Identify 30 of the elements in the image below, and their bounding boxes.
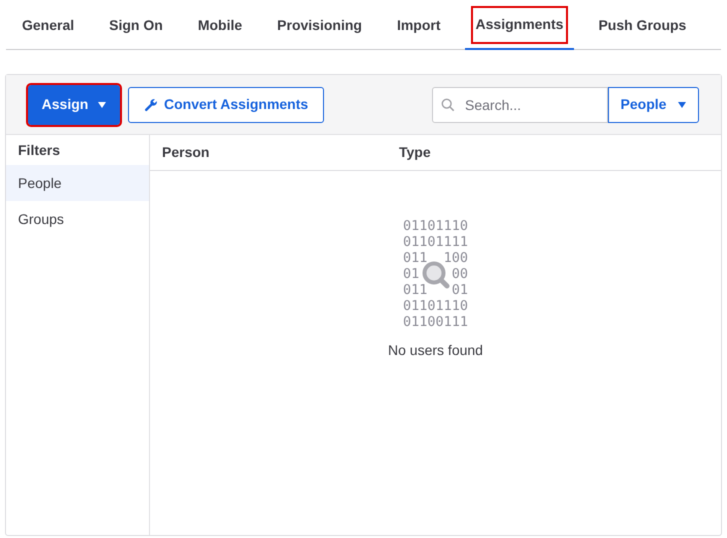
binary-text: 01	[402, 266, 420, 282]
filter-dropdown[interactable]: People	[608, 86, 699, 122]
binary-text: 01	[452, 282, 468, 298]
tab[interactable]: Import	[386, 0, 452, 50]
filter-item[interactable]: People	[6, 165, 149, 201]
column-header: Person	[161, 143, 210, 162]
tab[interactable]: Mobile	[186, 0, 254, 50]
tab[interactable]: Provisioning	[266, 0, 373, 50]
binary-text: 01101110	[402, 218, 468, 234]
wrench-icon	[144, 98, 158, 112]
caret-icon	[98, 102, 106, 108]
binary-text: 01101111	[402, 234, 468, 250]
search-input[interactable]: Search...	[432, 86, 608, 122]
filter-item[interactable]: Groups	[6, 201, 149, 237]
column-header: Type	[399, 143, 431, 162]
binary-text: 00	[452, 266, 468, 282]
tab[interactable]: General	[11, 0, 86, 50]
tab[interactable]: Push Groups	[587, 0, 698, 50]
filters-heading: Filters	[17, 140, 62, 160]
caret-icon	[678, 102, 686, 108]
assign-button[interactable]: Assign	[28, 84, 120, 124]
tab[interactable]: Assignments	[464, 0, 574, 50]
convert-assignments-button[interactable]: Convert Assignments	[128, 86, 324, 122]
binary-text: 011	[402, 282, 428, 298]
binary-text: 011	[402, 250, 428, 266]
binary-text: 100	[444, 250, 468, 266]
binary-text: 01101110	[402, 298, 468, 314]
binary-text: 01100111	[402, 314, 468, 330]
tab[interactable]: Sign On	[98, 0, 174, 50]
empty-message: No users found	[388, 341, 483, 360]
